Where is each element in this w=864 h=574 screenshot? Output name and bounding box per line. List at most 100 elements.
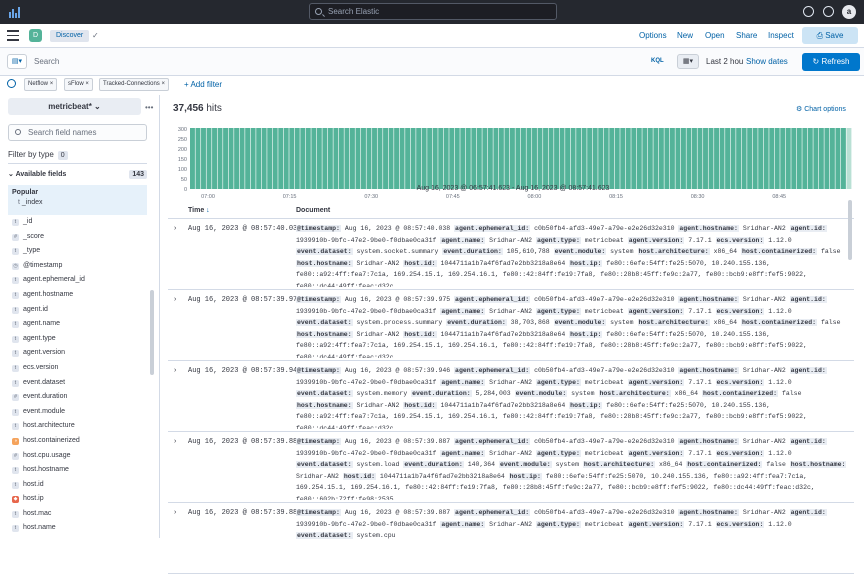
histogram-bar[interactable] <box>741 128 747 189</box>
histogram-bar[interactable] <box>570 128 576 189</box>
histogram-bar[interactable] <box>576 128 582 189</box>
histogram-bar[interactable] <box>333 128 339 189</box>
field-item[interactable]: # _score <box>8 230 147 245</box>
histogram-bar[interactable] <box>250 128 256 189</box>
histogram-bar[interactable] <box>471 128 477 189</box>
histogram-bar[interactable] <box>338 128 344 189</box>
histogram-bar[interactable] <box>736 128 742 189</box>
histogram-bar[interactable] <box>521 128 526 189</box>
avatar[interactable]: a <box>842 5 856 19</box>
histogram-bar[interactable] <box>283 128 289 189</box>
field-item[interactable]: t host.name <box>8 521 147 536</box>
field-item[interactable]: t event.dataset <box>8 376 147 391</box>
field-item[interactable]: t _type <box>8 244 147 259</box>
histogram-bar[interactable] <box>526 128 532 189</box>
histogram-bar[interactable] <box>206 128 212 189</box>
histogram-bar[interactable] <box>614 128 620 189</box>
histogram-bar[interactable] <box>774 128 780 189</box>
histogram-bar[interactable] <box>498 128 504 189</box>
filter-options-icon[interactable] <box>7 79 16 88</box>
table-row[interactable]: › Aug 16, 2023 @ 08:57:39.887 @timestamp: … <box>168 503 854 574</box>
histogram-bar[interactable] <box>327 128 333 189</box>
histogram-bar[interactable] <box>272 128 278 189</box>
time-range[interactable]: Last 2 hou <box>706 57 743 66</box>
field-item[interactable]: t agent.ephemeral_id <box>8 273 147 288</box>
histogram-bar[interactable] <box>355 128 361 189</box>
breadcrumb[interactable]: Discover <box>50 30 90 42</box>
histogram-bar[interactable] <box>322 128 328 189</box>
histogram-bar[interactable] <box>537 128 543 189</box>
histogram-bar[interactable] <box>714 128 719 189</box>
field-item[interactable]: t ecs.version <box>8 361 147 376</box>
histogram-bar[interactable] <box>675 128 681 189</box>
histogram-bar[interactable] <box>394 128 400 189</box>
histogram-bar[interactable] <box>201 128 206 189</box>
field-item[interactable]: t event.module <box>8 405 147 420</box>
histogram-bar[interactable] <box>752 128 758 189</box>
histogram-bar[interactable] <box>405 128 411 189</box>
histogram-bar[interactable] <box>267 128 273 189</box>
histogram-bar[interactable] <box>476 128 482 189</box>
histogram-bar[interactable] <box>487 128 493 189</box>
histogram-bar[interactable] <box>559 128 565 189</box>
histogram-bar[interactable] <box>305 128 311 189</box>
histogram-bar[interactable] <box>835 128 841 189</box>
histogram-bar[interactable] <box>824 128 830 189</box>
histogram-bar[interactable] <box>846 128 852 189</box>
histogram-bar[interactable] <box>532 128 537 189</box>
field-item[interactable]: t host.id <box>8 478 147 493</box>
histogram-bar[interactable] <box>647 128 653 189</box>
histogram-bar[interactable] <box>383 128 388 189</box>
field-item[interactable]: t agent.id <box>8 303 147 318</box>
field-item[interactable]: t _id <box>8 215 147 230</box>
histogram-bar[interactable] <box>388 128 394 189</box>
histogram-bar[interactable] <box>443 128 449 189</box>
save-button[interactable]: ⎙ Save <box>802 27 858 44</box>
histogram-bar[interactable] <box>664 128 670 189</box>
field-item[interactable]: t agent.hostname <box>8 288 147 303</box>
open-link[interactable]: Open <box>705 31 725 40</box>
histogram-bar[interactable] <box>620 128 626 189</box>
histogram-bar[interactable] <box>669 128 675 189</box>
histogram-bar[interactable] <box>818 128 824 189</box>
histogram-bar[interactable] <box>465 128 471 189</box>
histogram-bar[interactable] <box>515 128 521 189</box>
share-link[interactable]: Share <box>736 31 757 40</box>
sidebar-scrollbar[interactable] <box>150 290 154 375</box>
histogram-bar[interactable] <box>416 128 422 189</box>
main-scrollbar[interactable] <box>848 200 852 260</box>
histogram-bar[interactable] <box>636 128 642 189</box>
histogram-bar[interactable] <box>697 128 703 189</box>
field-item[interactable]: ◆ host.ip <box>8 492 147 507</box>
elastic-logo-icon[interactable] <box>8 5 22 19</box>
histogram-bar[interactable] <box>245 128 251 189</box>
expand-chevron-icon[interactable]: › <box>174 296 176 303</box>
show-dates-link[interactable]: Show dates <box>746 57 788 66</box>
histogram-bar[interactable] <box>565 128 571 189</box>
histogram-bar[interactable] <box>692 128 697 189</box>
histogram-bar[interactable] <box>592 128 598 189</box>
histogram-bar[interactable] <box>223 128 229 189</box>
field-item[interactable]: t host.architecture <box>8 419 147 434</box>
field-item-index[interactable]: t _index <box>12 199 143 206</box>
histogram-bar[interactable] <box>217 128 223 189</box>
histogram-bar[interactable] <box>344 128 350 189</box>
histogram-bar[interactable] <box>316 128 322 189</box>
histogram-bar[interactable] <box>543 128 548 189</box>
more-options-icon[interactable]: ••• <box>145 103 153 112</box>
histogram-bar[interactable] <box>460 128 466 189</box>
histogram-bar[interactable] <box>686 128 692 189</box>
histogram-bar[interactable] <box>212 128 217 189</box>
field-item[interactable]: # event.duration <box>8 390 147 405</box>
histogram-bar[interactable] <box>680 128 686 189</box>
filter-pill-sflow[interactable]: sFlow × <box>64 78 93 91</box>
histogram-bar[interactable] <box>372 128 377 189</box>
new-link[interactable]: New <box>677 31 693 40</box>
histogram-bar[interactable] <box>802 128 808 189</box>
histogram-bar[interactable] <box>493 128 499 189</box>
expand-chevron-icon[interactable]: › <box>174 509 176 516</box>
histogram-bar[interactable] <box>703 128 708 189</box>
calendar-icon[interactable]: ▦▾ <box>677 54 699 69</box>
histogram-bar[interactable] <box>658 128 664 189</box>
histogram-bar[interactable] <box>256 128 262 189</box>
